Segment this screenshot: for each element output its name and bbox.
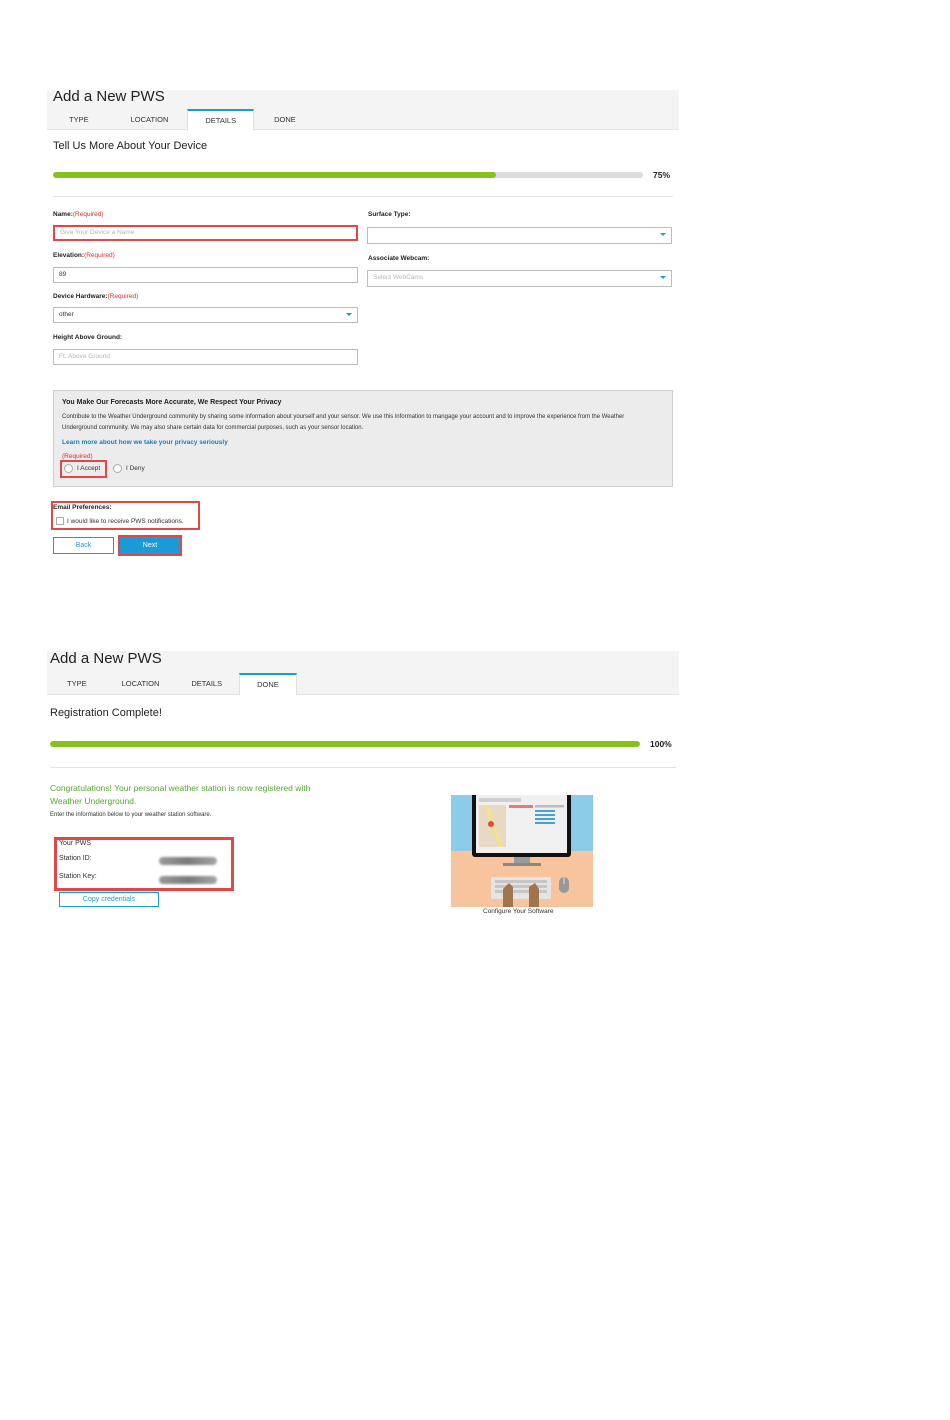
tab-location[interactable]: LOCATION <box>107 673 175 694</box>
tab-done[interactable]: DONE <box>254 109 316 130</box>
notifications-checkbox[interactable] <box>56 517 64 525</box>
tab-details[interactable]: DETAILS <box>174 673 239 694</box>
surface-select[interactable] <box>367 227 672 244</box>
chevron-down-icon <box>660 276 666 279</box>
email-preferences-title: Email Preferences: <box>53 504 112 511</box>
section-title: Tell Us More About Your Device <box>53 140 208 152</box>
accept-label: I Accept <box>77 465 101 472</box>
privacy-required: (Required) <box>62 453 93 460</box>
tab-details[interactable]: DETAILS <box>187 109 255 131</box>
privacy-consent-box: You Make Our Forecasts More Accurate, We… <box>53 390 673 487</box>
divider <box>50 767 676 768</box>
progress-bar <box>50 741 640 747</box>
hardware-label: Device Hardware:(Required) <box>53 293 139 300</box>
elevation-input[interactable]: 89 <box>53 267 358 283</box>
progress-fill <box>50 741 640 747</box>
progress-fill <box>53 172 496 178</box>
station-key-value-redacted <box>159 876 217 884</box>
back-button[interactable]: Back <box>53 537 114 554</box>
hardware-select[interactable]: other <box>53 307 358 323</box>
next-button[interactable]: Next <box>120 537 180 554</box>
station-key-label: Station Key: <box>59 873 97 880</box>
webcam-label: Associate Webcam: <box>368 255 430 262</box>
required-marker: (Required) <box>84 252 115 259</box>
height-input[interactable]: Ft. Above Ground <box>53 349 358 365</box>
step-tabs: TYPE LOCATION DETAILS DONE <box>47 109 316 131</box>
instructions-text: Enter the information below to your weat… <box>50 812 212 818</box>
surface-label: Surface Type: <box>368 211 411 218</box>
page-title: Add a New PWS <box>53 88 165 105</box>
elevation-label: Elevation:(Required) <box>53 252 115 259</box>
name-label: Name:(Required) <box>53 211 104 218</box>
privacy-text: Contribute to the Weather Underground co… <box>62 414 625 431</box>
tab-type[interactable]: TYPE <box>47 673 107 694</box>
page-title: Add a New PWS <box>50 650 162 667</box>
progress-percent: 100% <box>650 739 672 749</box>
progress-bar <box>53 172 643 178</box>
height-label: Height Above Ground: <box>53 334 123 341</box>
done-panel: Add a New PWS TYPE LOCATION DETAILS DONE… <box>47 650 679 921</box>
step-tabs: TYPE LOCATION DETAILS DONE <box>47 673 297 695</box>
section-title: Registration Complete! <box>50 707 162 719</box>
details-panel: Add a New PWS TYPE LOCATION DETAILS DONE… <box>47 88 679 560</box>
privacy-link[interactable]: Learn more about how we take your privac… <box>62 439 228 446</box>
chevron-down-icon <box>660 233 666 236</box>
required-marker: (Required) <box>72 211 104 218</box>
deny-label: I Deny <box>126 465 145 472</box>
name-input[interactable]: Give Your Device a Name <box>53 225 358 241</box>
deny-radio[interactable] <box>113 464 122 473</box>
panel-header: Add a New PWS TYPE LOCATION DETAILS DONE <box>47 88 679 131</box>
station-id-label: Station ID: <box>59 855 92 862</box>
tab-location[interactable]: LOCATION <box>112 109 188 130</box>
required-marker: (Required) <box>107 293 139 300</box>
chevron-down-icon <box>346 313 352 316</box>
webcam-select[interactable]: Select WebCams <box>367 270 672 287</box>
privacy-title: You Make Our Forecasts More Accurate, We… <box>62 399 282 406</box>
panel-header: Add a New PWS TYPE LOCATION DETAILS DONE <box>47 650 679 695</box>
progress-percent: 75% <box>653 170 671 180</box>
divider <box>53 196 673 197</box>
congrats-message: Congratulations! Your personal weather s… <box>50 783 311 806</box>
accept-radio[interactable] <box>64 464 73 473</box>
illustration-caption: Configure Your Software <box>483 908 554 915</box>
notifications-label: I would like to receive PWS notification… <box>67 518 184 525</box>
copy-credentials-button[interactable]: Copy credentials <box>59 892 159 907</box>
configure-software-illustration <box>451 795 593 907</box>
tab-done[interactable]: DONE <box>239 673 297 695</box>
credentials-title: Your PWS <box>59 840 92 847</box>
station-id-value-redacted <box>159 857 217 865</box>
tab-type[interactable]: TYPE <box>47 109 112 130</box>
